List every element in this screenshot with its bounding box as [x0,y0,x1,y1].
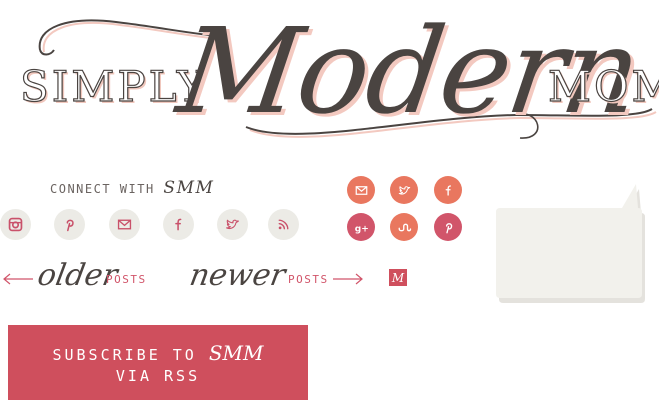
share-mail-button[interactable] [347,176,375,204]
facebook-icon [175,218,182,231]
subscribe-line-2: VIA RSS [115,367,201,385]
mini-logo-button[interactable]: M [389,269,407,286]
share-stumbleupon-button[interactable] [390,213,418,241]
rss-link[interactable] [268,209,299,240]
speech-bubble [496,184,645,303]
arrow-left-icon [3,273,33,285]
subscribe-line-1: SUBSCRIBE TO SMM [8,343,308,366]
mail-icon [117,219,132,230]
older-posts-label: POSTS [106,273,147,286]
subscribe-monogram: SMM [208,341,264,365]
pinterest-link[interactable] [54,209,85,240]
google-plus-icon: g+ [354,224,368,234]
subscribe-rss-button[interactable]: SUBSCRIBE TO SMM VIA RSS [8,325,308,400]
connect-monogram: SMM [163,178,215,198]
mail-link[interactable] [109,209,140,240]
stumbleupon-icon [398,223,411,231]
pinterest-icon [66,219,74,232]
connect-label: CONNECT WITH SMM [50,178,214,198]
share-pinterest-button[interactable] [434,213,462,241]
facebook-icon [445,184,451,196]
site-logo[interactable]: SIMPLY Modern MOM [0,0,659,160]
newer-script: newer [186,258,288,293]
rss-icon [278,219,289,230]
instagram-icon [8,217,23,232]
share-google-plus-button[interactable]: g+ [347,213,375,241]
subscribe-prefix: SUBSCRIBE TO [52,346,209,364]
connect-label-text: CONNECT WITH [50,182,164,196]
share-facebook-button[interactable] [434,176,462,204]
facebook-link[interactable] [163,209,194,240]
arrow-right-icon [333,273,363,285]
instagram-link[interactable] [0,209,31,240]
svg-text:g+: g+ [354,224,368,234]
newer-posts-label: POSTS [288,273,329,286]
mail-icon [355,185,367,195]
share-twitter-button[interactable] [390,176,418,204]
pinterest-icon [445,222,452,233]
mini-logo-text: M [391,270,405,285]
twitter-icon [398,185,410,195]
logo-mom-text: MOM [547,61,659,111]
twitter-icon [225,219,240,230]
twitter-link[interactable] [217,209,248,240]
